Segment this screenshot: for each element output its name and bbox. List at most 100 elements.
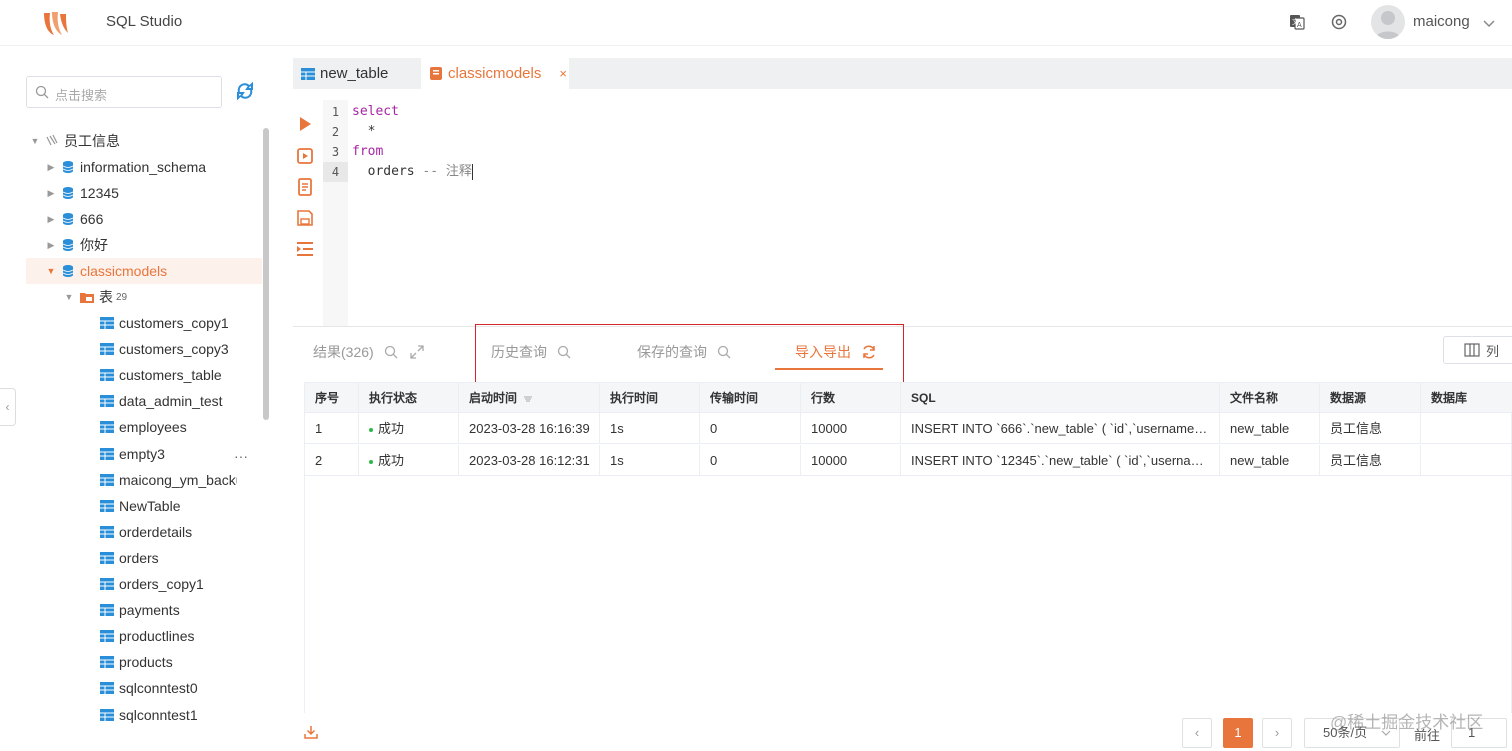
run-icon[interactable] <box>295 114 315 134</box>
avatar[interactable] <box>1371 5 1405 39</box>
tree-node-connection[interactable]: ▼ 员工信息 <box>30 128 120 154</box>
collapse-sidebar-button[interactable]: ‹ <box>0 388 16 426</box>
cell-transfer-time: 0 <box>700 445 801 476</box>
tab-new-table[interactable]: new_table <box>293 58 421 89</box>
tree-node-table[interactable]: sqlconntest1 <box>100 702 198 728</box>
tree-node-table[interactable]: employees <box>100 414 187 440</box>
app-title: SQL Studio <box>106 13 183 30</box>
username-label[interactable]: maicong <box>1413 13 1470 30</box>
cell-no: 2 <box>305 445 359 476</box>
line-number-gutter: 1 2 3 4 <box>323 100 348 326</box>
tree-node-database[interactable]: ▶ 666 <box>46 206 104 232</box>
column-header[interactable]: 启动时间 <box>459 383 600 413</box>
column-header[interactable]: SQL <box>901 383 1220 413</box>
table-row[interactable]: 1 成功 2023-03-28 16:16:39 1s 0 10000 INSE… <box>305 413 1512 444</box>
tree-node-table[interactable]: empty3 <box>100 441 165 467</box>
search-input[interactable]: 点击搜索 <box>26 76 222 108</box>
cell-database <box>1421 445 1512 476</box>
cell-database <box>1421 413 1512 444</box>
run-selected-icon[interactable] <box>295 146 315 166</box>
caret-right-icon[interactable]: ▶ <box>46 240 56 251</box>
cell-source: 员工信息 <box>1320 413 1421 444</box>
results-table: 序号 执行状态 启动时间 执行时间 传输时间 行数 SQL 文件名称 数据源 数… <box>304 382 1512 713</box>
table-label: data_admin_test <box>119 393 223 410</box>
sidebar-scrollbar[interactable] <box>263 128 269 420</box>
cell-start-time: 2023-03-28 16:16:39 <box>459 413 600 444</box>
sql-text: * <box>352 124 376 139</box>
sql-keyword: from <box>352 144 384 159</box>
column-header[interactable]: 执行时间 <box>600 383 700 413</box>
sync-icon[interactable] <box>236 82 254 100</box>
page-number-current[interactable]: 1 <box>1223 718 1253 748</box>
tree-node-table-group[interactable]: ▼ 表 29 <box>64 284 128 310</box>
caret-down-icon[interactable]: ▼ <box>46 266 56 276</box>
translate-icon[interactable]: 文 A <box>1288 13 1306 31</box>
cell-exec-time: 1s <box>600 413 700 444</box>
database-label: 你好 <box>80 237 108 253</box>
tree-node-table[interactable]: customers_copy3 <box>100 336 229 362</box>
tab-label: classicmodels <box>448 65 542 82</box>
line-number: 1 <box>331 105 340 119</box>
caret-right-icon[interactable]: ▶ <box>46 214 56 225</box>
tree-node-table[interactable]: orders_copy1 <box>100 571 204 597</box>
svg-text:A: A <box>1297 22 1302 29</box>
tree-node-database[interactable]: ▶ 你好 <box>46 232 108 258</box>
cell-start-time: 2023-03-28 16:12:31 <box>459 445 600 476</box>
tab-label: new_table <box>320 65 389 82</box>
cell-status: 成功 <box>359 413 459 444</box>
table-label: NewTable <box>119 497 181 514</box>
sort-icon[interactable] <box>523 395 533 403</box>
tree-node-table[interactable]: orderdetails <box>100 519 192 545</box>
next-page-button[interactable]: › <box>1262 718 1292 748</box>
code-line: from <box>352 142 383 162</box>
tree-node-table[interactable]: NewTable <box>100 493 180 519</box>
tree-node-table[interactable]: sqlconntest0 <box>100 675 198 701</box>
tree-node-table[interactable]: products <box>100 649 173 675</box>
tree-node-table[interactable]: customers_copy1 <box>100 310 229 336</box>
tree-node-database[interactable]: ▶ information_schema <box>46 154 207 180</box>
tree-node-table[interactable]: data_admin_test <box>100 388 223 414</box>
columns-button[interactable]: 列 <box>1443 336 1512 364</box>
caret-right-icon[interactable]: ▶ <box>46 188 56 199</box>
tree-node-table[interactable]: customers_table <box>100 362 222 388</box>
more-options-icon[interactable]: ··· <box>234 448 248 464</box>
database-sidebar: 点击搜索 ▼ 员工信息 ▶ information_schema ▶ 12345… <box>8 58 278 751</box>
table-label: customers_copy3 <box>119 341 229 358</box>
column-header[interactable]: 传输时间 <box>700 383 801 413</box>
table-icon <box>100 317 114 329</box>
tab-classicmodels[interactable]: classicmodels × <box>421 58 569 89</box>
column-header[interactable]: 执行状态 <box>359 383 459 413</box>
chevron-down-icon[interactable] <box>1480 15 1498 33</box>
tree-node-database[interactable]: ▶ 12345 <box>46 180 119 206</box>
caret-down-icon[interactable]: ▼ <box>64 292 74 302</box>
caret-right-icon[interactable]: ▶ <box>46 162 56 173</box>
settings-icon[interactable] <box>1330 13 1348 31</box>
column-header[interactable]: 文件名称 <box>1220 383 1320 413</box>
tab-label: 结果(326) <box>313 344 374 360</box>
column-header[interactable]: 数据源 <box>1320 383 1421 413</box>
success-dot-icon <box>369 427 373 432</box>
tree-node-database-selected[interactable]: ▼ classicmodels <box>26 258 262 284</box>
expand-icon[interactable] <box>410 345 424 359</box>
table-label: sqlconntest1 <box>119 706 198 723</box>
search-icon[interactable] <box>384 345 398 359</box>
indent-icon[interactable] <box>295 239 315 259</box>
table-label: customers_copy1 <box>119 315 229 331</box>
tree-node-table[interactable]: productlines <box>100 623 195 649</box>
save-icon[interactable] <box>295 208 315 228</box>
table-label: maicong_ym_backu <box>119 471 237 488</box>
table-label: productlines <box>119 628 195 645</box>
column-header[interactable]: 数据库 <box>1421 383 1512 413</box>
download-icon[interactable] <box>304 725 318 739</box>
column-header[interactable]: 行数 <box>801 383 901 413</box>
tree-node-table[interactable]: orders <box>100 545 159 571</box>
format-sql-icon[interactable] <box>295 177 315 197</box>
close-tab-icon[interactable]: × <box>559 66 567 81</box>
table-row[interactable]: 2 成功 2023-03-28 16:12:31 1s 0 10000 INSE… <box>305 445 1512 476</box>
caret-down-icon[interactable]: ▼ <box>30 136 40 146</box>
tab-results[interactable]: 结果(326) <box>313 342 424 362</box>
tree-node-table[interactable]: payments <box>100 597 180 623</box>
tree-node-table[interactable]: maicong_ym_backu <box>100 467 237 493</box>
column-header[interactable]: 序号 <box>305 383 359 413</box>
prev-page-button[interactable]: ‹ <box>1182 718 1212 748</box>
